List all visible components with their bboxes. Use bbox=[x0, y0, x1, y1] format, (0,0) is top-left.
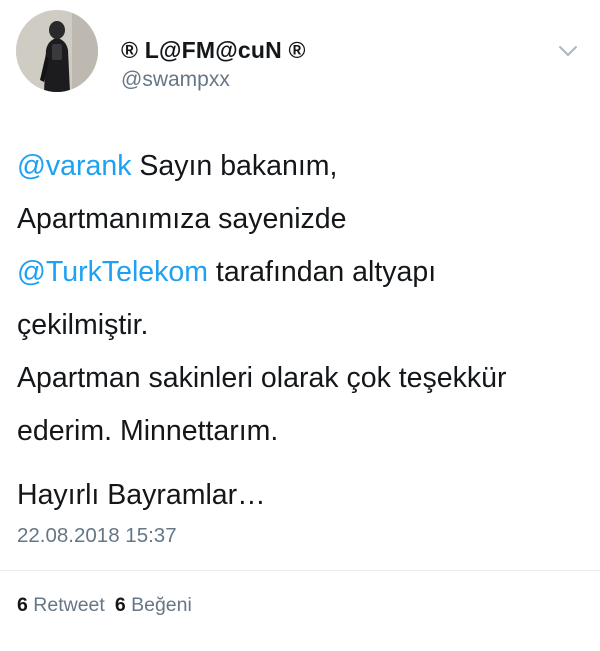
tweet-line-text: çekilmiştir. bbox=[17, 309, 149, 341]
tweet-line-text: Apartman sakinleri olarak çok teşekkür bbox=[17, 362, 507, 394]
display-name[interactable]: ® L@FM@cuN ® bbox=[121, 37, 306, 64]
tweet-line: Apartmanımıza sayenizde bbox=[17, 193, 587, 246]
retweet-count-link[interactable]: 6 Retweet bbox=[17, 594, 105, 616]
tweet-line-text: ederim. Minnettarım. bbox=[17, 415, 279, 447]
tweet-timestamp[interactable]: 22.08.2018 15:37 bbox=[17, 524, 177, 548]
tweet-line-text: tarafından altyapı bbox=[208, 256, 437, 288]
tweet-line: Apartman sakinleri olarak çok teşekkür bbox=[17, 352, 587, 405]
tweet-text: @varank Sayın bakanım, Apartmanımıza say… bbox=[17, 140, 587, 522]
user-handle[interactable]: @swampxx bbox=[121, 68, 230, 92]
like-label: Beğeni bbox=[131, 594, 192, 616]
retweet-count: 6 bbox=[17, 594, 28, 616]
divider bbox=[0, 570, 600, 571]
avatar[interactable] bbox=[16, 10, 98, 92]
like-count-link[interactable]: 6 Beğeni bbox=[115, 594, 192, 616]
tweet-line: çekilmiştir. bbox=[17, 299, 587, 352]
tweet-line-text: Sayın bakanım, bbox=[131, 150, 338, 182]
tweet-line: @varank Sayın bakanım, bbox=[17, 140, 587, 193]
tweet-line: @TurkTelekom tarafından altyapı bbox=[17, 246, 587, 299]
tweet-line: Hayırlı Bayramlar… bbox=[17, 469, 587, 522]
tweet-stats: 6 Retweet 6 Beğeni bbox=[17, 594, 192, 617]
tweet-line: ederim. Minnettarım. bbox=[17, 405, 587, 458]
avatar-photo bbox=[16, 10, 98, 92]
chevron-down-icon[interactable] bbox=[556, 42, 580, 60]
retweet-label: Retweet bbox=[33, 594, 105, 616]
mention-link[interactable]: @TurkTelekom bbox=[17, 256, 208, 288]
tweet-card: ® L@FM@cuN ® @swampxx @varank Sayın baka… bbox=[0, 0, 600, 651]
tweet-line-text: Hayırlı Bayramlar… bbox=[17, 479, 266, 511]
like-count: 6 bbox=[114, 594, 126, 616]
tweet-line-text: Apartmanımıza sayenizde bbox=[17, 203, 347, 235]
mention-link[interactable]: @varank bbox=[17, 150, 131, 182]
